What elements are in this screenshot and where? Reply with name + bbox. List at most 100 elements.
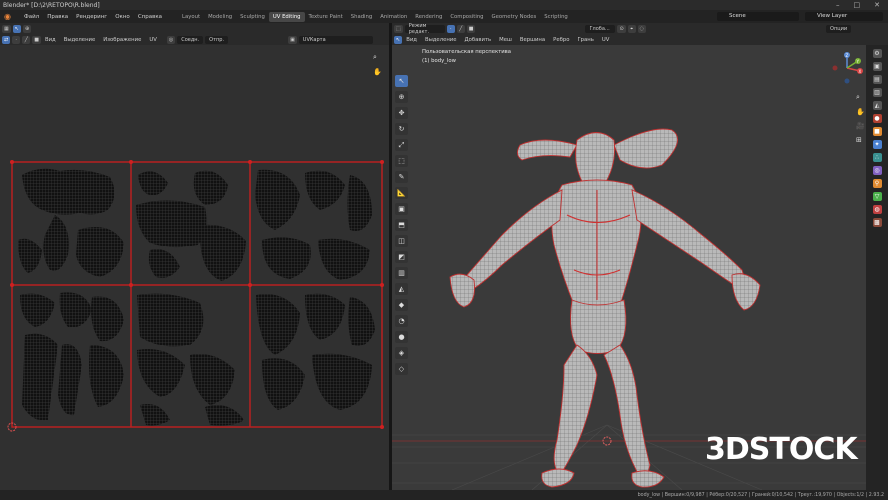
poly-build-icon[interactable]: ◆ (395, 299, 408, 311)
vp-menu-mesh[interactable]: Меш (495, 37, 516, 43)
move-icon[interactable]: ✥ (395, 107, 408, 119)
face-select-icon[interactable]: ■ (32, 35, 41, 44)
world-props-icon[interactable]: ● (872, 114, 882, 123)
vp-menu-select[interactable]: Выделение (421, 37, 461, 43)
cursor-3d-icon[interactable]: ⊕ (395, 91, 408, 103)
tab-layout[interactable]: Layout (178, 12, 204, 22)
pan-3d-icon[interactable]: ✋ (856, 108, 866, 116)
scene-props-icon[interactable]: ◭ (872, 101, 882, 110)
uvmap-field[interactable]: UVКарта (298, 35, 373, 44)
face-mode-icon[interactable]: ■ (466, 24, 476, 33)
tab-scripting[interactable]: Scripting (540, 12, 572, 22)
tab-modeling[interactable]: Modeling (204, 12, 236, 22)
vp-menu-face[interactable]: Грань (573, 37, 597, 43)
vertex-select-icon[interactable]: · (12, 35, 21, 44)
transform-icon[interactable]: ⬚ (395, 155, 408, 167)
object-props-icon[interactable]: ■ (872, 127, 882, 136)
tab-rendering[interactable]: Rendering (411, 12, 446, 22)
annotate-icon[interactable]: ✎ (395, 171, 408, 183)
select-tool-3d-icon[interactable]: ↖ (395, 75, 408, 87)
uv-menu-select[interactable]: Выделение (60, 37, 100, 43)
uv-menu-image[interactable]: Изображение (99, 37, 145, 43)
zoom-3d-icon[interactable]: ⌕ (856, 93, 866, 102)
sync-selection-field[interactable]: Соедн. (177, 35, 204, 44)
tab-shading[interactable]: Shading (347, 12, 377, 22)
vp-menu-vertex[interactable]: Вершина (516, 37, 549, 43)
zoom-icon[interactable]: ⌕ (373, 53, 383, 62)
editor-type-icon[interactable]: ▦ (2, 24, 11, 33)
edge-select-icon[interactable]: ╱ (22, 35, 31, 44)
select-box-icon[interactable]: ↖ (394, 35, 403, 44)
particles-props-icon[interactable]: ∴ (872, 153, 882, 162)
measure-icon[interactable]: 📐 (395, 187, 408, 199)
uv-sync-icon[interactable]: ⇄ (2, 35, 11, 44)
menu-window[interactable]: Окно (111, 14, 134, 20)
maximize-icon[interactable]: □ (854, 1, 861, 9)
rip-icon[interactable]: ◇ (395, 363, 408, 375)
scene-selector[interactable]: Scene (717, 12, 799, 21)
uv-menu-uv[interactable]: UV (145, 37, 161, 43)
close-icon[interactable]: ✕ (874, 1, 880, 9)
spin-icon[interactable]: ◔ (395, 315, 408, 327)
vp-menu-add[interactable]: Добавить (461, 37, 496, 43)
output-props-icon[interactable]: ▤ (872, 75, 882, 84)
viewport-canvas[interactable]: Пользовательская перспектива (1) body_lo… (392, 45, 866, 490)
tool-props-icon[interactable]: ⚙ (872, 49, 882, 58)
edge-mode-icon[interactable]: ╱ (456, 24, 465, 33)
tab-animation[interactable]: Animation (376, 12, 411, 22)
view-layer-props-icon[interactable]: ▥ (872, 88, 882, 97)
navigation-gizmo[interactable]: Z X Y (830, 51, 864, 85)
editor-type-3d-icon[interactable]: ⬚ (394, 24, 403, 33)
data-props-icon[interactable]: ▽ (872, 192, 882, 201)
camera-view-icon[interactable]: 🎥 (856, 122, 866, 130)
blender-logo-icon[interactable]: ◉ (4, 12, 14, 21)
menu-render[interactable]: Рендеринг (72, 14, 111, 20)
options-dropdown[interactable]: Опции (826, 24, 852, 33)
uv-canvas[interactable] (0, 45, 389, 490)
render-props-icon[interactable]: ▣ (872, 62, 882, 71)
extrude-icon[interactable]: ⬒ (395, 219, 408, 231)
add-cube-icon[interactable]: ▣ (395, 203, 408, 215)
texture-props-icon[interactable]: ▩ (872, 218, 882, 227)
vert-mode-icon[interactable]: · (446, 24, 455, 33)
vp-menu-uv[interactable]: UV (598, 37, 614, 43)
minimize-icon[interactable]: – (836, 1, 840, 9)
mode-selector[interactable]: Режим редакт. (404, 23, 445, 35)
inset-icon[interactable]: ◫ (395, 235, 408, 247)
select-tool-icon[interactable]: ↖ (12, 24, 21, 33)
tab-texture-paint[interactable]: Texture Paint (305, 12, 347, 22)
menu-help[interactable]: Справка (134, 14, 166, 20)
snap-icon[interactable]: ⌖ (627, 24, 636, 33)
pivot-icon[interactable]: ◎ (166, 35, 176, 44)
shrink-icon[interactable]: ◈ (395, 347, 408, 359)
physics-props-icon[interactable]: ◎ (872, 166, 882, 175)
tab-uv-editing[interactable]: UV Editing (268, 11, 305, 22)
tab-sculpting[interactable]: Sculpting (236, 12, 269, 22)
pivot-point-icon[interactable]: ⊙ (617, 24, 626, 33)
knife-icon[interactable]: ◭ (395, 283, 408, 295)
view-layer-selector[interactable]: View Layer (805, 12, 883, 21)
tab-geometry-nodes[interactable]: Geometry Nodes (488, 12, 541, 22)
loop-cut-icon[interactable]: ▥ (395, 267, 408, 279)
scale-icon[interactable]: ⤢ (395, 139, 408, 151)
menu-file[interactable]: Файл (20, 14, 43, 20)
vp-menu-view[interactable]: Вид (402, 37, 421, 43)
material-props-icon[interactable]: ◍ (872, 205, 882, 214)
rotate-icon[interactable]: ↻ (395, 123, 408, 135)
tab-compositing[interactable]: Compositing (446, 12, 487, 22)
constraints-props-icon[interactable]: ⚲ (872, 179, 882, 188)
vp-menu-edge[interactable]: Ребро (549, 37, 573, 43)
smooth-icon[interactable]: ● (395, 331, 408, 343)
proportional-icon[interactable]: ◌ (637, 24, 647, 33)
uv-editor-header-top: ▦ ↖ ⊕ (0, 23, 389, 34)
ortho-toggle-icon[interactable]: ⊞ (856, 136, 866, 144)
bevel-icon[interactable]: ◩ (395, 251, 408, 263)
orientation-selector[interactable]: Глоба... (585, 24, 616, 33)
uv-menu-view[interactable]: Вид (41, 37, 60, 43)
snap-field[interactable]: Отпр. (205, 35, 229, 44)
modifier-props-icon[interactable]: ✦ (872, 140, 882, 149)
pan-hand-icon[interactable]: ✋ (373, 68, 383, 76)
menu-edit[interactable]: Правка (43, 14, 72, 20)
cursor-tool-icon[interactable]: ⊕ (22, 24, 32, 33)
image-browse-icon[interactable]: ▣ (288, 35, 297, 44)
